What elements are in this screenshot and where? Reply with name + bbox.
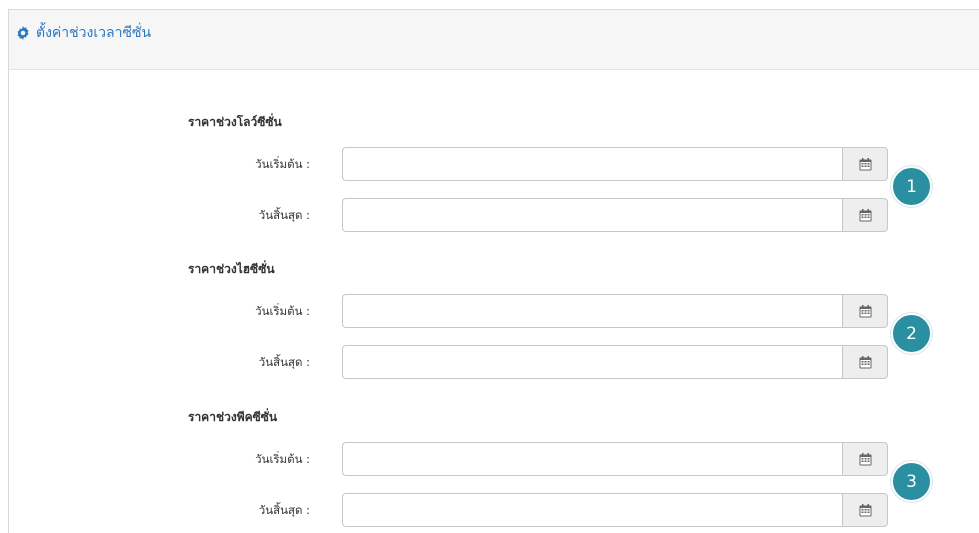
high-end-calendar-button[interactable] xyxy=(842,345,888,379)
peak-end-label: วันสิ้นสุด : xyxy=(258,503,310,517)
step-badge-1: 1 xyxy=(891,166,932,207)
calendar-icon xyxy=(859,157,871,170)
gear-icon xyxy=(17,26,29,40)
high-start-calendar-button[interactable] xyxy=(842,294,888,328)
panel-title-text: ตั้งค่าช่วงเวลาซีซั่น xyxy=(36,25,152,41)
section-title-high-season: ราคาช่วงไฮซีซั่น xyxy=(188,262,275,276)
low-end-date-input[interactable] xyxy=(342,198,842,232)
peak-start-date-group xyxy=(342,442,888,476)
high-end-date-group xyxy=(342,345,888,379)
step-badge-2: 2 xyxy=(891,313,932,354)
low-start-calendar-button[interactable] xyxy=(842,147,888,181)
calendar-icon xyxy=(859,355,871,368)
peak-end-calendar-button[interactable] xyxy=(842,493,888,527)
high-start-date-group xyxy=(342,294,888,328)
peak-start-calendar-button[interactable] xyxy=(842,442,888,476)
low-end-calendar-button[interactable] xyxy=(842,198,888,232)
panel-title: ตั้งค่าช่วงเวลาซีซั่น xyxy=(16,23,151,43)
high-start-label: วันเริ่มต้น : xyxy=(255,304,310,318)
section-title-low-season: ราคาช่วงโลว์ซีซั่น xyxy=(188,115,282,129)
low-start-date-group xyxy=(342,147,888,181)
step-badge-3: 3 xyxy=(891,461,932,502)
peak-start-label: วันเริ่มต้น : xyxy=(255,452,310,466)
calendar-icon xyxy=(859,503,871,516)
peak-start-date-input[interactable] xyxy=(342,442,842,476)
high-end-date-input[interactable] xyxy=(342,345,842,379)
low-start-label: วันเริ่มต้น : xyxy=(255,157,310,171)
calendar-icon xyxy=(859,208,871,221)
calendar-icon xyxy=(859,304,871,317)
section-title-peak-season: ราคาช่วงพีคซีซั่น xyxy=(188,410,278,424)
low-start-date-input[interactable] xyxy=(342,147,842,181)
low-end-date-group xyxy=(342,198,888,232)
low-end-label: วันสิ้นสุด : xyxy=(258,208,310,222)
peak-end-date-input[interactable] xyxy=(342,493,842,527)
high-end-label: วันสิ้นสุด : xyxy=(258,355,310,369)
panel-header: ตั้งค่าช่วงเวลาซีซั่น xyxy=(9,10,979,70)
peak-end-date-group xyxy=(342,493,888,527)
high-start-date-input[interactable] xyxy=(342,294,842,328)
calendar-icon xyxy=(859,452,871,465)
